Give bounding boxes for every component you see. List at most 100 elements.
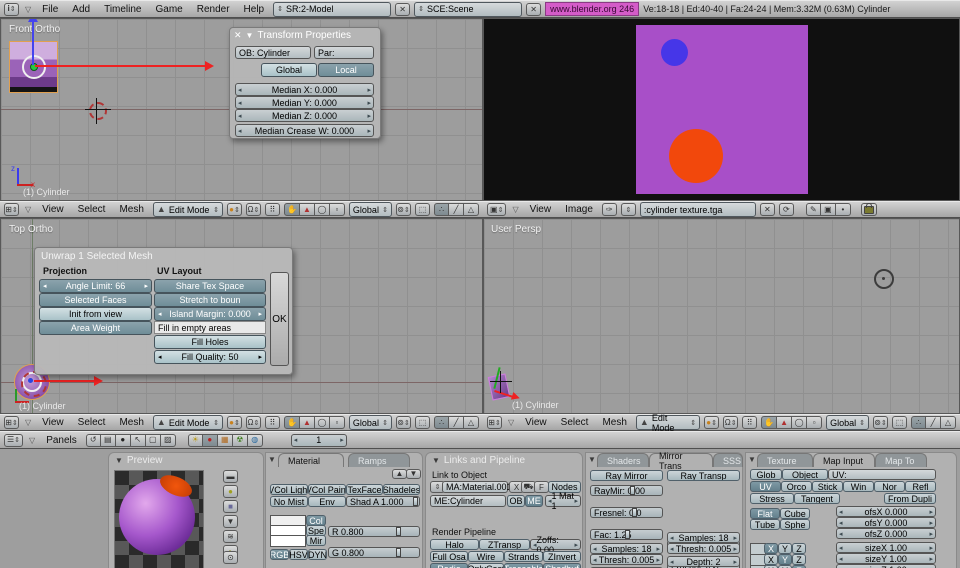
menu-mesh[interactable]: Mesh <box>114 417 148 428</box>
orientation-dropdown[interactable]: Global⇕ <box>349 202 392 217</box>
left-arrow-icon[interactable]: ◂ <box>238 112 242 120</box>
editing-context-button[interactable]: ▢ <box>146 434 161 447</box>
editor-type-button[interactable]: ☰⇕ <box>4 434 23 447</box>
r-slider[interactable]: R 0.800 <box>328 526 420 537</box>
viewport-front-ortho[interactable]: Front Ortho z x (1) Cylinder <box>0 18 483 201</box>
sphe-toggle[interactable]: Sphe <box>780 519 810 530</box>
menu-select[interactable]: Select <box>73 417 111 428</box>
right-arrow-icon[interactable]: ▸ <box>258 310 262 318</box>
right-arrow-icon[interactable]: ▸ <box>367 99 371 107</box>
menu-timeline[interactable]: Timeline <box>99 4 146 15</box>
selected-faces-toggle[interactable]: Selected Faces <box>39 293 152 307</box>
menu-help[interactable]: Help <box>239 4 270 15</box>
zoffs-field[interactable]: ◂Zoffs: 0.00▸ <box>530 539 581 550</box>
strands-toggle[interactable]: Strands <box>504 551 543 562</box>
sizey-field[interactable]: ◂sizeY 1.00▸ <box>836 553 936 564</box>
left-arrow-icon[interactable]: ◂ <box>158 353 162 361</box>
editor-type-button[interactable]: ⊞⇕ <box>487 416 502 429</box>
collapse-icon[interactable]: ▼ <box>432 456 440 465</box>
tube-toggle[interactable]: Tube <box>750 519 780 530</box>
from-dupli-toggle[interactable]: From Dupli <box>884 493 936 504</box>
slider-knob[interactable] <box>625 530 630 539</box>
ofsx-field[interactable]: ◂ofsX 0.000▸ <box>836 506 936 517</box>
fake-user-button[interactable]: F <box>534 481 549 493</box>
tab-sss[interactable]: SSS <box>713 453 743 467</box>
viewport-user-persp[interactable]: User Persp (1) Cylinder <box>483 218 960 414</box>
menu-mesh[interactable]: Mesh <box>597 417 631 428</box>
collapse-icon[interactable]: ▼ <box>268 455 276 464</box>
menu-file[interactable]: File <box>37 4 63 15</box>
left-arrow-icon[interactable]: ◂ <box>158 310 162 318</box>
occlude-geometry-button[interactable]: ⬚ <box>415 416 430 429</box>
orientation-dropdown[interactable]: Global⇕ <box>349 415 392 430</box>
right-arrow-icon[interactable]: ▸ <box>929 530 933 538</box>
texture-subcontext-button[interactable]: ▦ <box>218 434 233 447</box>
median-crease-field[interactable]: ◂Median Crease W: 0.000▸ <box>235 124 374 137</box>
left-arrow-icon[interactable]: ◂ <box>238 86 242 94</box>
slider-knob[interactable] <box>396 527 401 536</box>
right-arrow-icon[interactable]: ▸ <box>929 508 933 516</box>
right-arrow-icon[interactable]: ▸ <box>733 534 737 542</box>
stretch-to-bounds-toggle[interactable]: Stretch to boun <box>154 293 266 307</box>
collapse-icon[interactable]: ▼ <box>588 455 596 464</box>
3d-cursor[interactable] <box>89 102 107 120</box>
pulldown-collapse-icon[interactable]: ▽ <box>506 418 516 427</box>
collapse-icon[interactable]: ▼ <box>748 455 756 464</box>
mode-dropdown[interactable]: ▲Edit Mode⇕ <box>153 415 223 430</box>
logic-context-button[interactable]: ↺ <box>86 434 101 447</box>
flat-toggle[interactable]: Flat <box>750 508 780 519</box>
pivot-dropdown[interactable]: Ω⇕ <box>723 416 738 429</box>
material-slot-field[interactable]: ◂1 Mat 1▸ <box>545 495 581 507</box>
uv-lock-button[interactable] <box>861 203 877 216</box>
menu-add[interactable]: Add <box>67 4 95 15</box>
editor-type-button[interactable]: ▣⇕ <box>487 203 506 216</box>
ztransp-toggle[interactable]: ZTransp <box>479 539 530 550</box>
image-unlink-button[interactable]: ✕ <box>760 203 775 216</box>
draw-type-dropdown[interactable]: ●⇕ <box>227 203 242 216</box>
sync-select-button[interactable]: ⠿ <box>265 203 280 216</box>
scene-context-button[interactable]: ▨ <box>161 434 176 447</box>
hsv-toggle[interactable]: HSV <box>289 549 308 560</box>
win-toggle[interactable]: Win <box>843 481 874 492</box>
menu-select[interactable]: Select <box>73 204 111 215</box>
right-arrow-icon[interactable]: ▸ <box>929 555 933 563</box>
tab-material[interactable]: Material <box>278 453 344 467</box>
manipulator-toggle[interactable]: ✋ <box>284 416 300 429</box>
tab-map-input[interactable]: Map Input <box>813 453 875 467</box>
vcol-paint-toggle[interactable]: VCol Paint <box>308 484 346 495</box>
ob-name-field[interactable]: OB: Cylinder <box>235 46 311 59</box>
draw-type-dropdown[interactable]: ●⇕ <box>227 416 242 429</box>
right-arrow-icon[interactable]: ▸ <box>367 86 371 94</box>
cube-toggle[interactable]: Cube <box>780 508 810 519</box>
fill-quality-field[interactable]: ◂Fill Quality: 50▸ <box>154 350 266 364</box>
left-arrow-icon[interactable]: ◂ <box>593 556 597 564</box>
left-arrow-icon[interactable]: ◂ <box>238 99 242 107</box>
tab-map-to[interactable]: Map To <box>875 453 927 467</box>
menu-render[interactable]: Render <box>192 4 235 15</box>
map-y-z-toggle[interactable]: Z <box>792 554 806 565</box>
shadeless-toggle[interactable]: Shadeles <box>383 484 420 495</box>
tab-shaders[interactable]: Shaders <box>597 453 649 467</box>
menu-view[interactable]: View <box>37 417 69 428</box>
thresh-right-field[interactable]: ◂Thresh: 0.005▸ <box>667 543 740 554</box>
tab-texture[interactable]: Texture <box>757 453 813 467</box>
collapse-icon[interactable]: ▼ <box>115 456 123 465</box>
shadbuf-toggle[interactable]: Shadbuf <box>543 563 581 568</box>
editor-type-button[interactable]: ⊞⇕ <box>4 203 19 216</box>
mode-dropdown[interactable]: ▲Edit Mode⇕ <box>153 202 223 217</box>
right-arrow-icon[interactable]: ▸ <box>656 545 660 553</box>
uv-coord-toggle[interactable]: UV <box>750 481 781 492</box>
map-x-x-toggle[interactable]: X <box>764 543 778 554</box>
pivot-dropdown[interactable]: Ω⇕ <box>246 416 261 429</box>
tab-mirror-transp[interactable]: Mirror Trans <box>649 453 713 467</box>
draw-type-dropdown[interactable]: ●⇕ <box>704 416 719 429</box>
right-arrow-icon[interactable]: ▸ <box>258 353 262 361</box>
raymir-slider[interactable]: RayMir: 0.00 <box>590 485 663 496</box>
rotate-manipulator-button[interactable]: ◯ <box>792 416 807 429</box>
right-arrow-icon[interactable]: ▸ <box>929 544 933 552</box>
cylinder-object-front[interactable] <box>9 41 58 93</box>
menu-view[interactable]: View <box>525 204 557 215</box>
preview-sphere-button[interactable]: ● <box>223 485 238 498</box>
material-subcontext-button[interactable]: ● <box>203 434 218 447</box>
me-toggle[interactable]: ME <box>525 495 543 507</box>
